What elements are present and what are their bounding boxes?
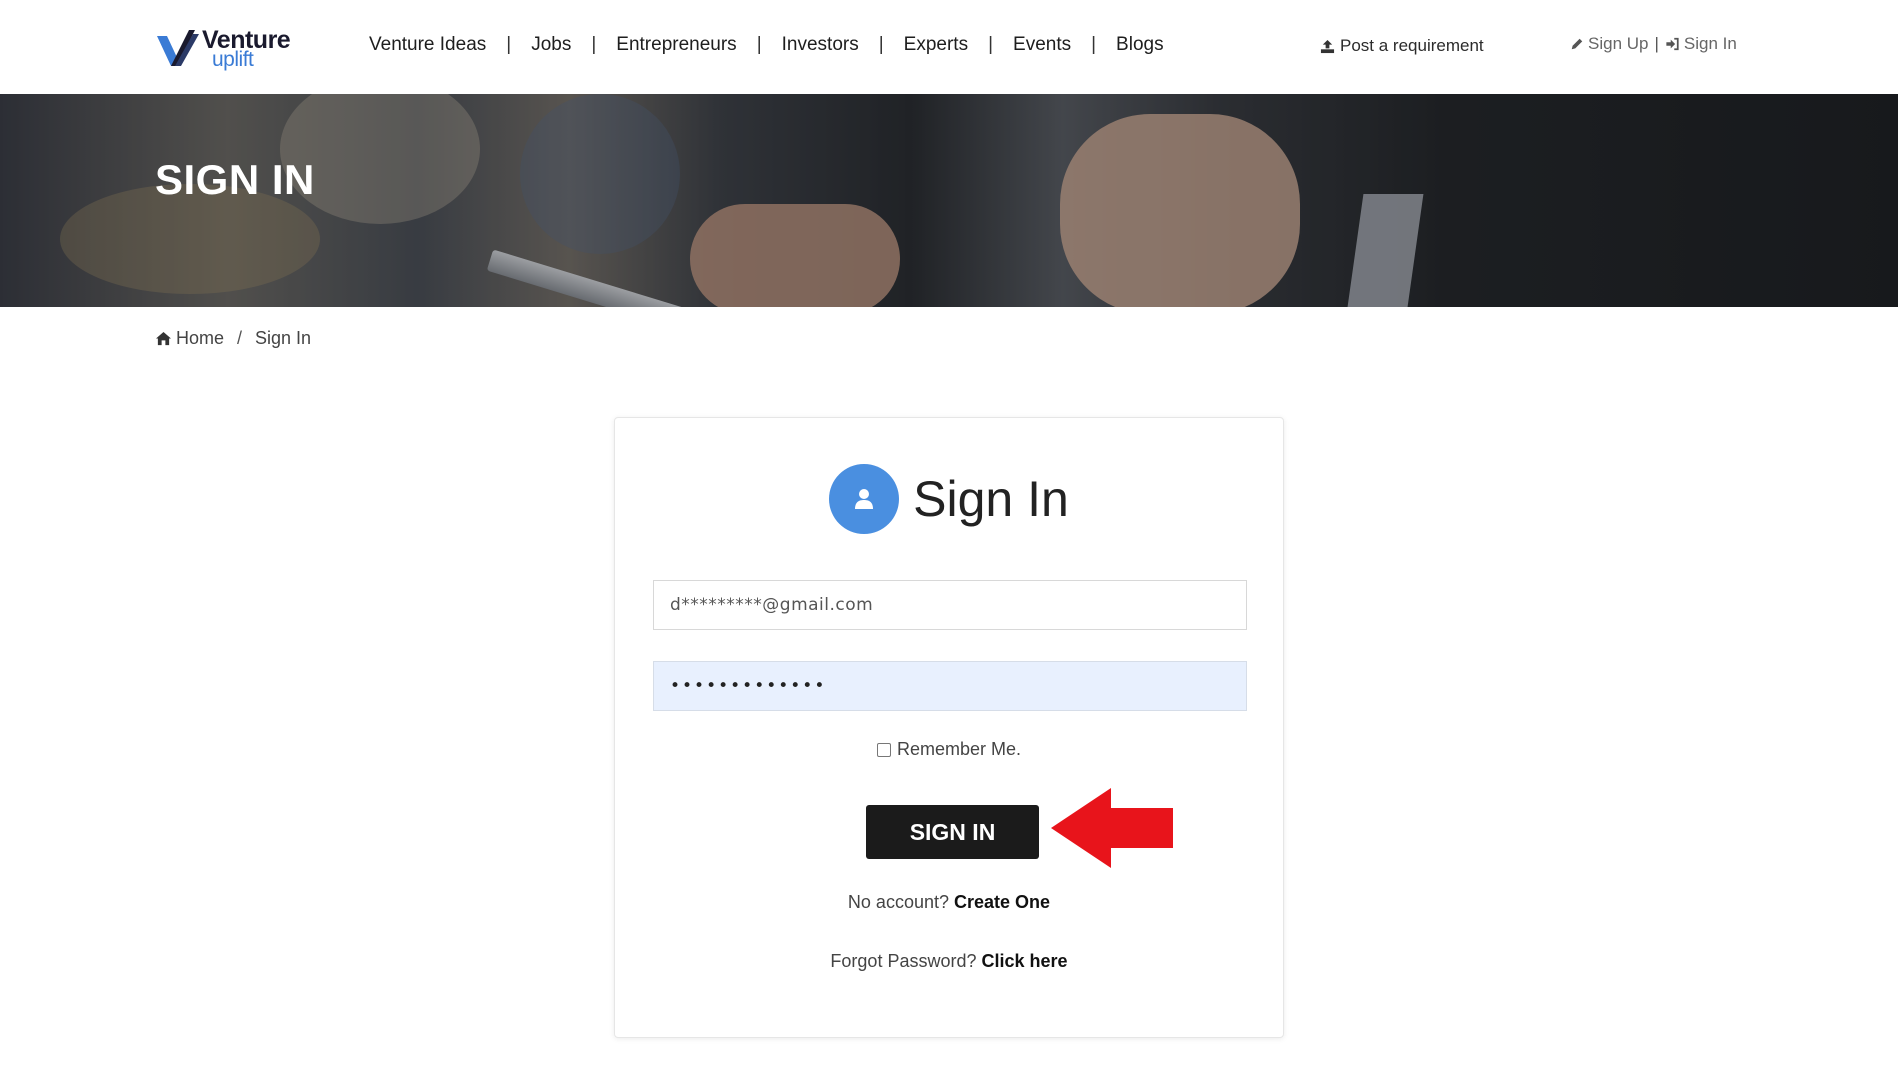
- nav-venture-ideas[interactable]: Venture Ideas: [369, 34, 486, 56]
- password-field[interactable]: [653, 661, 1247, 711]
- logo-sub: uplift: [212, 48, 254, 71]
- nav-events[interactable]: Events: [1013, 34, 1071, 56]
- breadcrumb-current: Sign In: [255, 328, 312, 348]
- no-account-row: No account? Create One: [615, 892, 1283, 913]
- sign-in-icon: [1666, 37, 1679, 51]
- post-requirement-label: Post a requirement: [1340, 36, 1484, 55]
- upload-icon: [1320, 39, 1335, 53]
- nav-separator: |: [988, 34, 994, 55]
- remember-label: Remember Me.: [896, 739, 1022, 759]
- auth-divider: |: [1654, 34, 1659, 53]
- nav-entrepreneurs[interactable]: Entrepreneurs: [616, 34, 736, 56]
- nav-separator: |: [1091, 34, 1097, 55]
- breadcrumb-home-label: Home: [176, 328, 225, 348]
- remember-checkbox[interactable]: [876, 742, 891, 757]
- pencil-icon: [1571, 38, 1583, 50]
- forgot-password-text: Forgot Password?: [830, 951, 977, 971]
- sign-up-link[interactable]: Sign Up: [1570, 34, 1648, 54]
- email-field[interactable]: [653, 580, 1247, 630]
- user-icon: [829, 464, 900, 534]
- sign-in-card: Sign In Remember Me. SIGN IN No account?…: [614, 417, 1284, 1038]
- forgot-password-link[interactable]: Click here: [982, 951, 1068, 971]
- sign-in-link[interactable]: Sign In: [1665, 34, 1737, 54]
- nav-blogs[interactable]: Blogs: [1116, 34, 1164, 56]
- sign-in-label: Sign In: [1683, 34, 1737, 53]
- sign-up-label: Sign Up: [1588, 34, 1649, 53]
- breadcrumb: Home / Sign In: [155, 328, 311, 349]
- main-nav: Venture Ideas | Jobs | Entrepreneurs | I…: [369, 34, 1164, 56]
- home-icon: [156, 331, 171, 346]
- create-account-link[interactable]: Create One: [954, 892, 1050, 912]
- card-title: Sign In: [913, 471, 1069, 527]
- breadcrumb-separator: /: [237, 328, 243, 348]
- breadcrumb-home[interactable]: Home: [155, 328, 224, 349]
- remember-me[interactable]: Remember Me.: [615, 739, 1283, 760]
- card-header: Sign In: [615, 464, 1283, 534]
- nav-separator: |: [878, 34, 884, 55]
- nav-separator: |: [506, 34, 512, 55]
- brand-logo[interactable]: Venture uplift: [155, 26, 295, 71]
- banner-title: SIGN IN: [155, 156, 315, 203]
- hero-banner: SIGN IN: [0, 94, 1898, 307]
- nav-separator: |: [591, 34, 597, 55]
- red-arrow-annotation-icon: [1051, 788, 1173, 868]
- nav-jobs[interactable]: Jobs: [531, 34, 571, 56]
- auth-links: Sign Up | Sign In: [1570, 34, 1737, 54]
- sign-in-button[interactable]: SIGN IN: [866, 805, 1039, 859]
- nav-separator: |: [756, 34, 762, 55]
- venture-uplift-logo-icon: [157, 30, 199, 66]
- site-header: Venture uplift Venture Ideas | Jobs | En…: [0, 0, 1898, 94]
- post-requirement-link[interactable]: Post a requirement: [1320, 36, 1484, 56]
- nav-experts[interactable]: Experts: [904, 34, 968, 56]
- nav-investors[interactable]: Investors: [782, 34, 859, 56]
- forgot-password-row: Forgot Password? Click here: [615, 951, 1283, 972]
- no-account-text: No account?: [847, 892, 949, 912]
